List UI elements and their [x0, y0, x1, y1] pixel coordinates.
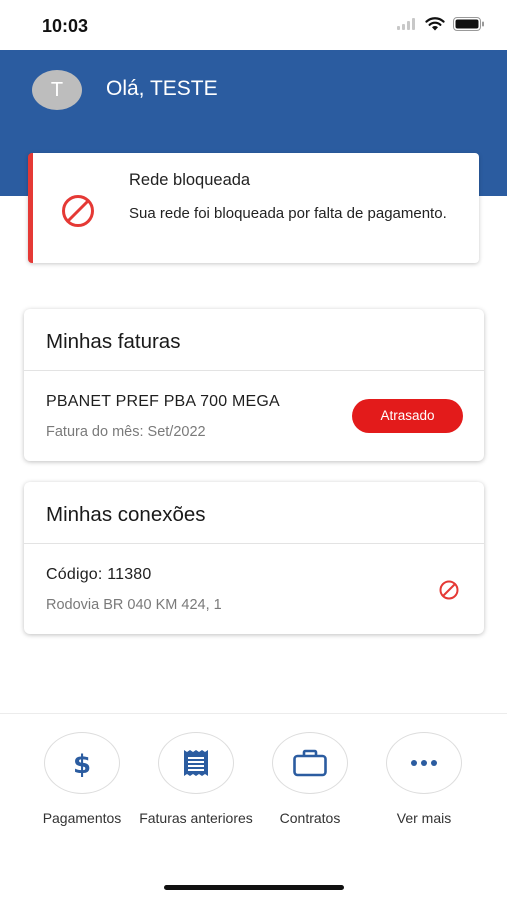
- nav-item-faturas-anteriores[interactable]: Faturas anteriores: [139, 732, 253, 829]
- briefcase-icon: [293, 749, 327, 777]
- receipt-icon: [184, 750, 208, 776]
- invoices-card: Minhas faturas PBANET PREF PBA 700 MEGA …: [24, 309, 484, 461]
- nav-item-pagamentos[interactable]: $ Pagamentos: [25, 732, 139, 829]
- dollar-icon: $: [73, 750, 91, 778]
- greeting: Olá, TESTE: [106, 77, 218, 100]
- nav-label: Pagamentos: [42, 810, 122, 826]
- bottom-nav: $ Pagamentos Faturas anteriores Contrato…: [0, 713, 507, 901]
- nav-label: Faturas anteriores: [139, 810, 253, 826]
- alert-message: Sua rede foi bloqueada por falta de paga…: [129, 205, 447, 222]
- blocked-icon: [439, 580, 459, 600]
- avatar-initial: T: [50, 78, 64, 101]
- home-indicator[interactable]: [164, 885, 344, 890]
- status-time: 10:03: [42, 16, 89, 36]
- invoice-row[interactable]: PBANET PREF PBA 700 MEGA Fatura do mês: …: [24, 371, 484, 461]
- blocked-icon: [62, 195, 94, 227]
- invoice-plan: PBANET PREF PBA 700 MEGA: [46, 393, 280, 410]
- nav-item-contratos[interactable]: Contratos: [253, 732, 367, 829]
- status-icons: [397, 17, 485, 31]
- battery-icon: [453, 17, 484, 31]
- connections-card: Minhas conexões Código: 11380 Rodovia BR…: [24, 482, 484, 634]
- invoices-title: Minhas faturas: [24, 309, 484, 371]
- wifi-icon: [425, 17, 445, 31]
- status-badge: Atrasado: [352, 399, 463, 433]
- nav-circle[interactable]: [386, 732, 462, 794]
- signal-icon: [397, 18, 415, 30]
- more-icon: [411, 760, 437, 766]
- nav-label: Contratos: [279, 810, 341, 826]
- blocked-alert-card: Rede bloqueada Sua rede foi bloqueada po…: [28, 153, 479, 263]
- connection-row[interactable]: Código: 11380 Rodovia BR 040 KM 424, 1: [24, 544, 484, 634]
- alert-title: Rede bloqueada: [129, 171, 251, 189]
- connections-title: Minhas conexões: [24, 482, 484, 544]
- connection-code: Código: 11380: [46, 566, 152, 583]
- avatar[interactable]: T: [32, 70, 82, 110]
- connection-address: Rodovia BR 040 KM 424, 1: [46, 597, 222, 613]
- status-bar: 10:03: [0, 0, 507, 50]
- nav-label: Ver mais: [396, 810, 452, 826]
- invoice-period: Fatura do mês: Set/2022: [46, 424, 206, 440]
- nav-item-ver-mais[interactable]: Ver mais: [367, 732, 481, 829]
- svg-text:$: $: [73, 750, 91, 778]
- nav-circle[interactable]: $: [44, 732, 120, 794]
- nav-circle[interactable]: [158, 732, 234, 794]
- nav-circle[interactable]: [272, 732, 348, 794]
